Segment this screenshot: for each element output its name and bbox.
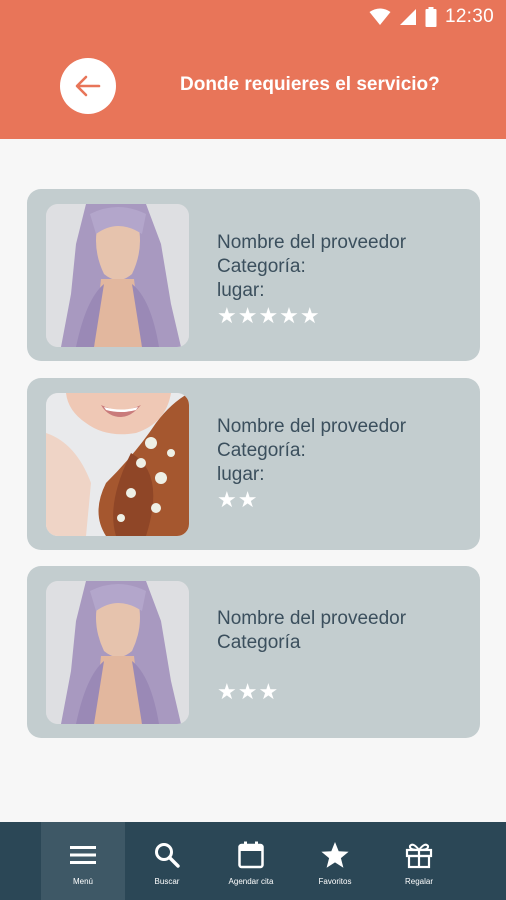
nav-label-search: Buscar [154, 877, 180, 886]
provider-info: Nombre del proveedor Categoría: lugar: ★… [217, 415, 406, 513]
provider-location: lugar: [217, 464, 265, 485]
gift-icon [405, 840, 433, 870]
nav-label-schedule: Agendar cita [228, 877, 274, 886]
app-header: 12:30 Donde requieres el servicio? [0, 0, 506, 139]
provider-info: Nombre del proveedor Categoría: lugar: ★… [217, 231, 406, 329]
provider-card[interactable]: Nombre del proveedor Categoría: lugar: ★… [27, 378, 480, 550]
nav-label-gift: Regalar [404, 877, 433, 886]
star-rating: ★★★★★ [217, 303, 321, 328]
battery-icon [425, 7, 437, 27]
provider-location: lugar: [217, 280, 265, 301]
calendar-icon [238, 840, 264, 870]
provider-photo [46, 393, 189, 536]
provider-info: Nombre del proveedor Categoría ★★★ [217, 607, 406, 705]
star-rating: ★★★ [217, 679, 280, 704]
status-bar: 12:30 [0, 0, 506, 34]
provider-category: Categoría: [217, 440, 306, 461]
menu-icon [69, 840, 97, 870]
provider-name: Nombre del proveedor [217, 608, 407, 629]
star-rating: ★★ [217, 487, 259, 512]
nav-item-gift[interactable]: Regalar [377, 822, 461, 900]
provider-card[interactable]: Nombre del proveedor Categoría ★★★ [27, 566, 480, 738]
nav-item-favorites[interactable]: Favoritos [293, 822, 377, 900]
nav-item-search[interactable]: Buscar [125, 822, 209, 900]
provider-photo [46, 581, 189, 724]
nav-item-schedule[interactable]: Agendar cita [209, 822, 293, 900]
provider-location [217, 655, 406, 679]
nav-label-menu: Menú [72, 877, 93, 886]
star-icon [320, 840, 350, 870]
provider-name: Nombre del proveedor [217, 232, 407, 253]
provider-card[interactable]: Nombre del proveedor Categoría: lugar: ★… [27, 189, 480, 361]
status-time: 12:30 [444, 6, 494, 27]
nav-item-menu[interactable]: Menú [41, 822, 125, 900]
provider-photo [46, 204, 189, 347]
signal-icon [399, 9, 416, 25]
search-icon [154, 840, 180, 870]
wifi-icon [369, 8, 391, 25]
provider-name: Nombre del proveedor [217, 416, 407, 437]
page-title: Donde requieres el servicio? [180, 74, 440, 95]
nav-label-favorites: Favoritos [318, 877, 352, 886]
back-button[interactable] [60, 58, 116, 114]
provider-category: Categoría [217, 632, 301, 653]
bottom-navigation: Menú Buscar Agendar cita Favoritos Regal… [0, 822, 506, 900]
provider-category: Categoría: [217, 256, 306, 277]
arrow-left-icon [75, 75, 101, 97]
status-icons: 12:30 [369, 4, 494, 30]
